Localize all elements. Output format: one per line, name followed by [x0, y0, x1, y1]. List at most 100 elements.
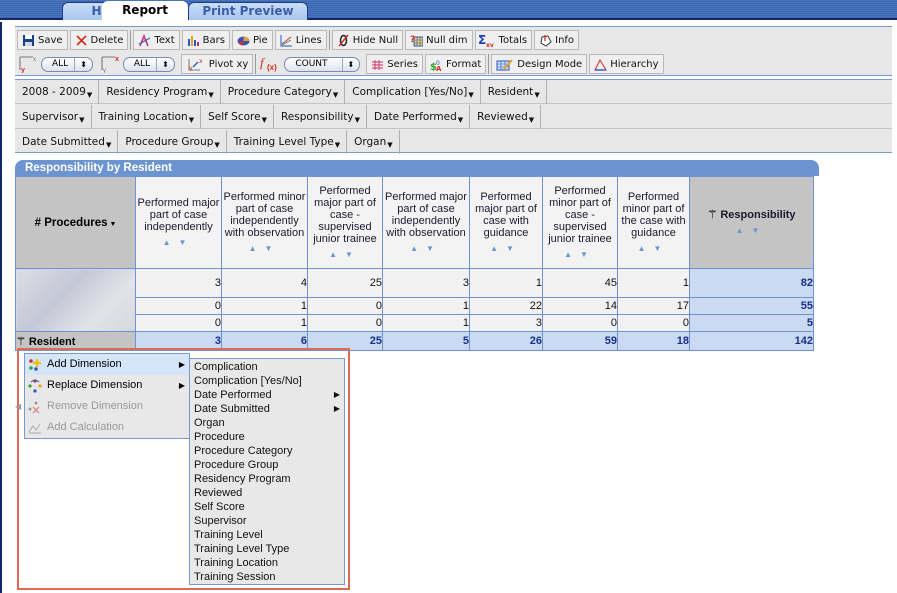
x-axis-select[interactable]: ALL ⬍ — [122, 56, 175, 72]
data-cell: 3 — [382, 268, 470, 298]
sort-arrows-icon[interactable]: ▲▼ — [308, 249, 382, 261]
pie-label: Pie — [252, 34, 268, 46]
dimension-training-location[interactable]: Training Location▼ — [92, 104, 202, 129]
menu-item-replace-dimension[interactable]: Replace Dimension ▶ — [25, 375, 189, 396]
submenu-item-date-submitted[interactable]: Date Submitted ▶ — [190, 402, 344, 416]
submenu-item-reviewed[interactable]: Reviewed — [190, 486, 344, 500]
svg-text:Σ: Σ — [478, 34, 486, 47]
caret-down-icon: ▼ — [528, 115, 535, 124]
dimension-reviewed[interactable]: Reviewed▼ — [470, 104, 542, 129]
dimension-self-score[interactable]: Self Score▼ — [201, 104, 274, 129]
submenu-item-procedure-category[interactable]: Procedure Category — [190, 444, 344, 458]
pie-button[interactable]: Pie — [231, 30, 273, 50]
submenu-item-date-performed[interactable]: Date Performed ▶ — [190, 388, 344, 402]
caret-down-icon: ▼ — [468, 90, 474, 99]
toolbar-separator — [488, 54, 490, 74]
hide-null-button[interactable]: Hide Null — [331, 30, 404, 50]
dimension-responsibility[interactable]: Responsibility▼ — [274, 104, 367, 129]
dimension-date-submitted[interactable]: Date Submitted▼ — [15, 130, 119, 154]
responsibility-total-header[interactable]: ⚚ Responsibility ▲▼ — [689, 176, 814, 269]
submenu-item-procedure-group[interactable]: Procedure Group — [190, 458, 344, 472]
submenu-item-supervisor[interactable]: Supervisor — [190, 514, 344, 528]
bar-chart-icon — [187, 34, 200, 47]
column-label: Responsibility — [720, 208, 796, 221]
submenu-item-training-level-type[interactable]: Training Level Type — [190, 542, 344, 556]
sort-arrows-icon[interactable]: ▲▼ — [222, 243, 307, 255]
null-dim-button[interactable]: ? Null dim — [405, 30, 473, 50]
menu-item-add-dimension[interactable]: Add Dimension ▶ — [25, 354, 189, 375]
save-button[interactable]: Save — [17, 30, 68, 50]
delete-label: Delete — [90, 34, 124, 46]
series-button[interactable]: Series — [366, 54, 423, 74]
delete-button[interactable]: Delete — [69, 30, 129, 50]
submenu-item-label: Reviewed — [194, 487, 243, 499]
caret-down-icon: ▼ — [334, 141, 341, 149]
dimension-residency-program[interactable]: Residency Program▼ — [99, 79, 221, 104]
dimension-label: Reviewed — [477, 110, 528, 123]
column-header[interactable]: Performed minor part of case independent… — [221, 176, 308, 269]
measure-header[interactable]: # Procedures ▼ — [15, 176, 136, 269]
sort-arrows-icon[interactable]: ▲▼ — [383, 243, 469, 255]
dimension-year[interactable]: 2008 - 2009▼ — [15, 79, 100, 104]
dimension-label: Date Submitted — [22, 136, 105, 148]
submenu-item-label: Training Level — [194, 529, 263, 541]
column-header[interactable]: Performed minor part of case - supervise… — [542, 176, 618, 269]
dimension-date-performed[interactable]: Date Performed▼ — [367, 104, 471, 129]
dimension-resident[interactable]: Resident▼ — [481, 79, 547, 104]
tab-report[interactable]: Report — [102, 1, 188, 22]
sort-arrows-icon[interactable]: ▲▼ — [543, 249, 617, 261]
toolbar-row-1: Save Delete Text Bars Pie Lines Hide Nul… — [17, 29, 581, 51]
dimension-supervisor[interactable]: Supervisor▼ — [15, 104, 92, 129]
dimension-label: Responsibility — [280, 110, 354, 123]
sort-arrows-icon[interactable]: ▲▼ — [690, 225, 813, 237]
tab-print-preview[interactable]: Print Preview — [188, 2, 308, 20]
data-cell: 17 — [617, 297, 690, 315]
sort-arrows-icon[interactable]: ▲▼ — [618, 243, 689, 255]
bars-button[interactable]: Bars — [181, 30, 230, 50]
caret-down-icon: ▼ — [387, 141, 393, 149]
lines-button[interactable]: Lines — [274, 30, 327, 50]
info-button[interactable]: Info — [534, 30, 580, 50]
dimension-organ[interactable]: Organ▼ — [347, 130, 400, 154]
y-axis-select-value: ALL — [42, 57, 76, 71]
y-axis-select[interactable]: ALL ⬍ — [41, 56, 93, 72]
submenu-item-training-location[interactable]: Training Location — [190, 556, 344, 570]
text-button[interactable]: Text — [133, 30, 180, 50]
dimension-procedure-category[interactable]: Procedure Category▼ — [221, 79, 346, 104]
replace-dimension-icon — [28, 379, 42, 393]
submenu-item-training-level[interactable]: Training Level — [190, 528, 344, 542]
totals-button[interactable]: Σxy Totals — [474, 30, 533, 50]
column-header[interactable]: Performed major part of case independent… — [135, 176, 222, 269]
submenu-item-organ[interactable]: Organ — [190, 416, 344, 430]
submenu-item-label: Procedure — [194, 431, 245, 443]
dimension-procedure-group[interactable]: Procedure Group▼ — [118, 130, 227, 154]
submenu-item-residency-program[interactable]: Residency Program — [190, 472, 344, 486]
svg-text:x: x — [199, 58, 203, 65]
design-mode-label: Design Mode — [517, 58, 583, 70]
submenu-item-self-score[interactable]: Self Score — [190, 500, 344, 514]
submenu-item-complication-yes-no[interactable]: Complication [Yes/No] — [190, 374, 344, 388]
dimension-training-level-type[interactable]: Training Level Type▼ — [227, 130, 348, 154]
design-mode-button[interactable]: Design Mode — [491, 54, 588, 74]
sort-arrows-icon[interactable]: ▲▼ — [136, 237, 221, 249]
column-header[interactable]: Performed major part of case independent… — [382, 176, 470, 269]
submenu-item-procedure[interactable]: Procedure — [190, 430, 344, 444]
data-cell: 22 — [469, 297, 543, 315]
pivot-label: Pivot xy — [208, 58, 249, 70]
dimension-complication-yes-no[interactable]: Complication [Yes/No]▼ — [345, 79, 481, 104]
pivot-xy-button[interactable]: yx Pivot xy — [180, 54, 254, 74]
column-header[interactable]: Performed minor part of the case with gu… — [617, 176, 690, 269]
column-total-cell: 18 — [617, 331, 690, 351]
sort-arrows-icon[interactable]: ▲▼ — [470, 243, 542, 255]
hierarchy-button[interactable]: Hierarchy — [589, 54, 664, 74]
column-header[interactable]: Performed major part of case with guidan… — [469, 176, 543, 269]
info-label: Info — [555, 34, 575, 46]
submenu-item-training-session[interactable]: Training Session — [190, 570, 344, 584]
submenu-item-complication[interactable]: Complication — [190, 360, 344, 374]
column-header[interactable]: Performed major part of case - supervise… — [307, 176, 383, 269]
format-button[interactable]: $0 A Format — [425, 54, 487, 74]
table-row: 0 1 0 1 22 14 17 55 — [16, 297, 814, 315]
data-cell: 1 — [617, 268, 690, 298]
data-cell: 14 — [542, 297, 618, 315]
function-select[interactable]: COUNT ⬍ — [284, 56, 361, 72]
